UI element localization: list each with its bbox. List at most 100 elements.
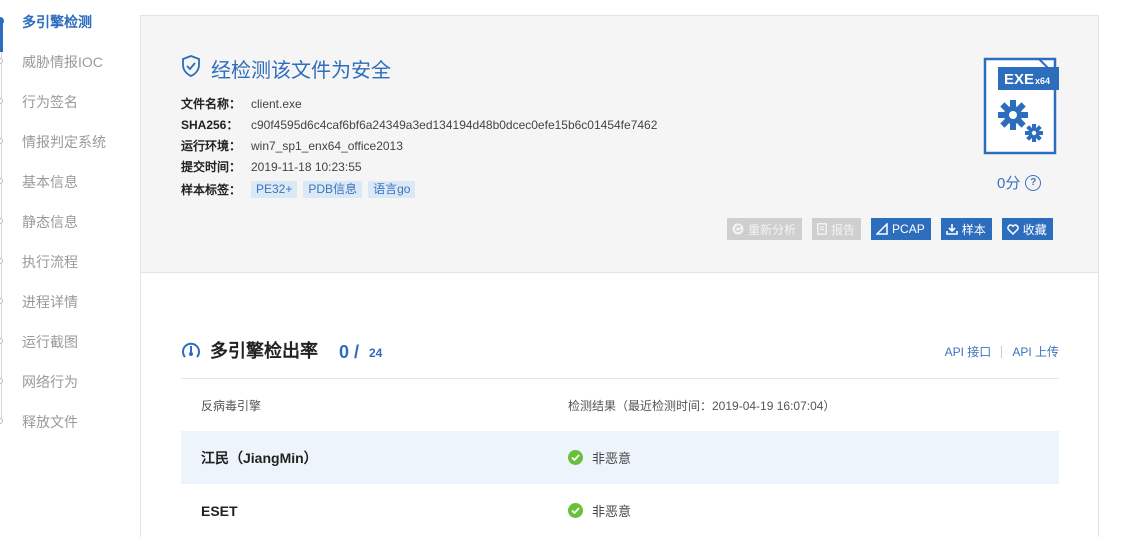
detection-count: 0 / <box>339 342 360 362</box>
refresh-icon <box>732 223 744 235</box>
nav-dot <box>0 298 3 304</box>
nav-dot <box>0 378 3 384</box>
nav-dot <box>0 138 3 144</box>
document-icon <box>817 223 827 235</box>
nav-label: 情报判定系统 <box>22 134 106 150</box>
meta-row-env: 运行环境： win7_sp1_enx64_office2013 <box>181 135 657 156</box>
heart-icon <box>1006 223 1019 235</box>
nav-label: 释放文件 <box>22 414 78 430</box>
nav-dot <box>0 178 3 184</box>
favorite-button[interactable]: 收藏 <box>1001 218 1053 240</box>
table-header: 反病毒引擎 检测结果（最近检测时间：2019-04-19 16:07:04） <box>181 379 1059 431</box>
api-upload-link[interactable]: API 上传 <box>1012 343 1059 360</box>
engine-total: 24 <box>369 346 383 360</box>
meta-key: 样本标签： <box>181 183 242 197</box>
nav-label: 执行流程 <box>22 254 78 270</box>
reanalyze-button[interactable]: 重新分析 <box>727 218 803 240</box>
table-row: 江民（JiangMin） 非恶意 <box>181 431 1059 484</box>
section-title: 多引擎检出率 <box>210 341 318 361</box>
check-circle-icon <box>568 503 583 518</box>
meta-row-tags: 样本标签： PE32+ PDB信息 语言go <box>181 179 657 200</box>
env-value: win7_sp1_enx64_office2013 <box>251 138 403 153</box>
nav-label: 静态信息 <box>22 214 78 230</box>
favorite-label: 收藏 <box>1022 222 1047 237</box>
nav-label: 行为签名 <box>22 94 78 110</box>
report-label: 报告 <box>831 222 856 237</box>
nav-dot <box>0 218 3 224</box>
nav-item-threat-ioc[interactable]: 威胁情报IOC <box>0 52 130 72</box>
meta-row-filename: 文件名称： client.exe <box>181 93 657 114</box>
verdict: 经检测该文件为安全 <box>181 54 391 82</box>
engine-result: 非恶意 <box>568 501 1059 520</box>
pcap-icon <box>876 223 888 235</box>
nav-label: 基本信息 <box>22 174 78 190</box>
meta-key: 文件名称： <box>181 97 242 111</box>
api-links: API 接口 API 上传 <box>945 343 1059 360</box>
pcap-label: PCAP <box>892 222 925 236</box>
engine-name: 江民（JiangMin） <box>201 449 318 466</box>
nav-dot <box>0 418 3 424</box>
table-row: ESET 非恶意 <box>181 484 1059 537</box>
sha256-value: c90f4595d6c4caf6bf6a24349a3ed134194d48b0… <box>251 117 658 132</box>
side-nav: 多引擎检测 威胁情报IOC 行为签名 情报判定系统 基本信息 静态信息 执行流程… <box>0 0 130 537</box>
nav-dot <box>0 258 3 264</box>
nav-item-behavior-signature[interactable]: 行为签名 <box>0 92 130 112</box>
nav-item-intel-system[interactable]: 情报判定系统 <box>0 132 130 152</box>
nav-item-basic-info[interactable]: 基本信息 <box>0 172 130 192</box>
report-button[interactable]: 报告 <box>812 218 862 240</box>
nav-item-static-info[interactable]: 静态信息 <box>0 212 130 232</box>
shield-check-icon <box>181 54 201 82</box>
score-value: 0分 <box>997 175 1021 192</box>
meta-row-sha256: SHA256： c90f4595d6c4caf6bf6a24349a3ed134… <box>181 114 657 135</box>
gear-icon <box>998 100 1028 130</box>
download-icon <box>945 223 958 235</box>
tag[interactable]: PDB信息 <box>303 181 363 198</box>
meta-row-time: 提交时间： 2019-11-18 10:23:55 <box>181 156 657 177</box>
meta-key: 提交时间： <box>181 160 242 174</box>
nav-dot <box>0 17 4 25</box>
engine-name: ESET <box>201 502 238 519</box>
gauge-icon <box>181 341 201 366</box>
nav-item-network-behavior[interactable]: 网络行为 <box>0 372 130 392</box>
nav-dot <box>0 98 3 104</box>
time-value: 2019-11-18 10:23:55 <box>251 159 362 174</box>
engine-section-header: 多引擎检出率 0 / 24 API 接口 API 上传 <box>181 339 1059 381</box>
nav-item-execution-flow[interactable]: 执行流程 <box>0 252 130 272</box>
exe-file-icon: EXE x64 <box>983 57 1060 155</box>
summary-panel: 经检测该文件为安全 文件名称： client.exe SHA256： c90f4… <box>141 16 1098 273</box>
tag-list: PE32+ PDB信息 语言go <box>251 181 421 198</box>
reanalyze-label: 重新分析 <box>748 222 797 237</box>
engine-result: 非恶意 <box>568 448 1059 467</box>
meta-key: SHA256： <box>181 118 239 132</box>
sample-label: 样本 <box>961 222 986 237</box>
filename-value: client.exe <box>251 96 302 111</box>
column-header-engine: 反病毒引擎 <box>201 398 262 413</box>
nav-item-multi-engine[interactable]: 多引擎检测 <box>0 12 130 32</box>
file-badge-text: EXE <box>1004 71 1034 88</box>
tag[interactable]: PE32+ <box>251 181 298 198</box>
nav-label: 威胁情报IOC <box>22 54 103 70</box>
nav-item-dropped-files[interactable]: 释放文件 <box>0 412 130 432</box>
threat-score: 0分 ? <box>997 172 1042 193</box>
column-header-result: 检测结果（最近检测时间：2019-04-19 16:07:04） <box>568 398 836 413</box>
api-interface-link[interactable]: API 接口 <box>945 343 992 360</box>
verdict-text: 经检测该文件为安全 <box>211 59 391 82</box>
check-circle-icon <box>568 450 583 465</box>
help-icon[interactable]: ? <box>1025 174 1042 191</box>
nav-label: 运行截图 <box>22 334 78 350</box>
nav-label: 多引擎检测 <box>22 14 92 30</box>
download-sample-button[interactable]: 样本 <box>940 218 992 240</box>
result-text: 非恶意 <box>592 451 632 466</box>
nav-label: 进程详情 <box>22 294 78 310</box>
nav-item-process-details[interactable]: 进程详情 <box>0 292 130 312</box>
link-divider <box>1001 345 1003 358</box>
tag[interactable]: 语言go <box>368 181 416 198</box>
nav-item-screenshots[interactable]: 运行截图 <box>0 332 130 352</box>
file-badge-sub: x64 <box>1035 76 1050 86</box>
report-card: 经检测该文件为安全 文件名称： client.exe SHA256： c90f4… <box>140 15 1099 537</box>
action-toolbar: 重新分析 报告 PCAP 样本 收藏 <box>727 218 1053 240</box>
file-meta: 文件名称： client.exe SHA256： c90f4595d6c4caf… <box>181 93 657 200</box>
nav-label: 网络行为 <box>22 374 78 390</box>
meta-key: 运行环境： <box>181 139 242 153</box>
pcap-button[interactable]: PCAP <box>871 218 931 240</box>
